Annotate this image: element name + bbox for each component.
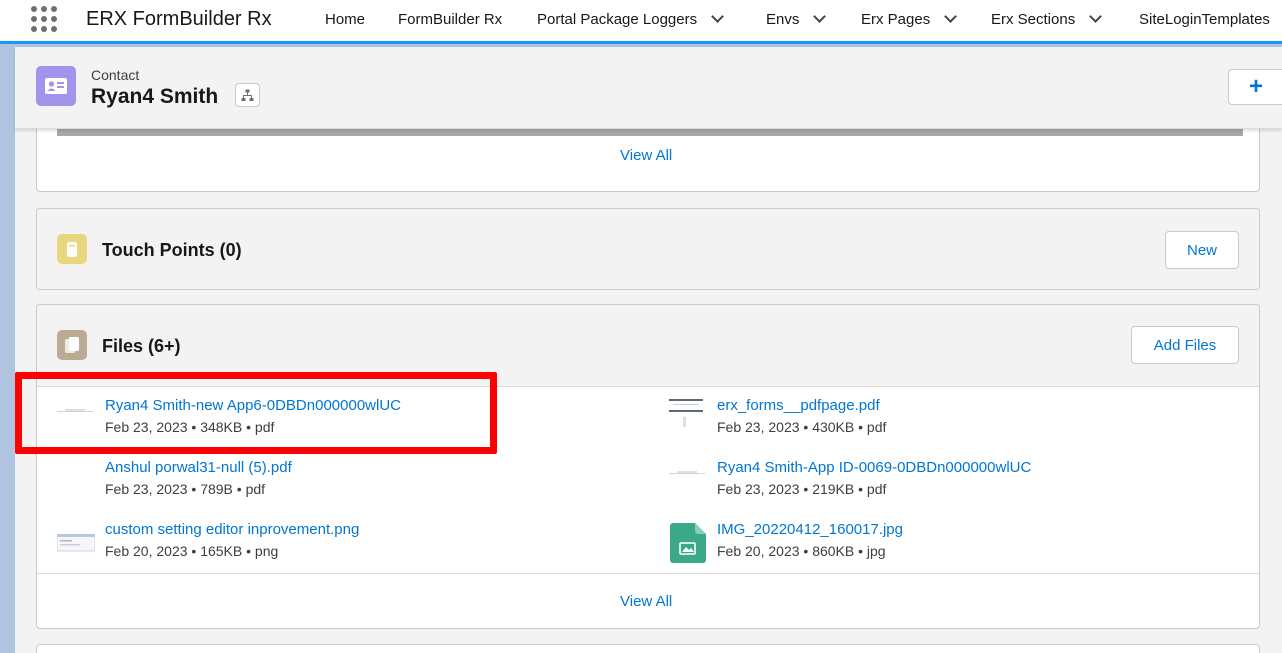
files-card: Files (6+) Add Files Ryan4 Smith-new App…	[36, 304, 1260, 629]
doc-thumb-icon	[669, 471, 705, 474]
plus-icon: +	[1249, 73, 1264, 100]
nav-item-erx-pages[interactable]: Erx Pages	[861, 10, 958, 28]
contact-card-icon	[36, 66, 76, 106]
file-name-link[interactable]: IMG_20220412_160017.jpg	[717, 521, 903, 538]
file-name-link[interactable]: custom setting editor inprovement.png	[105, 521, 359, 538]
nav-item-envs[interactable]: Envs	[766, 10, 827, 28]
nav-item-home[interactable]: Home	[325, 11, 365, 28]
record-detail-area: View All Touch Points (0) New Files (6+)…	[15, 119, 1282, 653]
follow-button[interactable]: +	[1228, 69, 1282, 105]
view-all-link[interactable]: View All	[620, 147, 672, 164]
app-name: ERX FormBuilder Rx	[86, 8, 272, 30]
next-related-list	[36, 644, 1260, 653]
nav-item-label: Erx Sections	[991, 11, 1076, 28]
touch-points-card: Touch Points (0) New	[36, 208, 1260, 290]
nav-item-formbuilder-rx[interactable]: FormBuilder Rx	[398, 11, 502, 28]
record-type: Contact	[91, 67, 140, 83]
nav-item-label: Home	[325, 11, 366, 28]
file-item[interactable]: Ryan4 Smith-App ID-0069-0DBDn000000wlUC …	[669, 459, 1229, 503]
touch-points-header: Touch Points (0) New	[37, 209, 1259, 289]
files-header: Files (6+) Add Files	[37, 305, 1259, 387]
nav-item-site-login-templates[interactable]: SiteLoginTemplates	[1139, 11, 1270, 28]
app-launcher-icon[interactable]	[31, 6, 57, 32]
hierarchy-button[interactable]	[235, 83, 260, 107]
file-meta: Feb 23, 2023 • 219KB • pdf	[717, 481, 887, 497]
nav-item-label: SiteLoginTemplates	[1139, 11, 1270, 28]
file-item[interactable]: IMG_20220412_160017.jpg Feb 20, 2023 • 8…	[669, 521, 1229, 565]
touch-points-icon	[57, 234, 87, 264]
doc-thumb-icon	[57, 409, 93, 412]
files-icon	[57, 330, 87, 360]
pdf-thumb-icon	[669, 399, 703, 427]
view-all-link[interactable]: View All	[620, 593, 672, 610]
file-item[interactable]: Ryan4 Smith-new App6-0DBDn000000wlUC Feb…	[57, 397, 477, 441]
touch-points-title: Touch Points (0)	[102, 240, 242, 260]
chevron-down-icon[interactable]	[1089, 10, 1103, 23]
chevron-down-icon[interactable]	[711, 10, 724, 23]
file-item[interactable]: custom setting editor inprovement.png Fe…	[57, 521, 477, 565]
nav-item-label: Envs	[766, 11, 800, 28]
record-name: Ryan4 Smith	[91, 85, 219, 108]
nav-item-erx-sections[interactable]: Erx Sections	[991, 10, 1103, 28]
file-meta: Feb 23, 2023 • 430KB • pdf	[717, 419, 887, 435]
chevron-down-icon[interactable]	[813, 10, 827, 23]
image-file-icon	[670, 523, 706, 563]
file-item[interactable]: erx_forms__pdfpage.pdf Feb 23, 2023 • 43…	[669, 397, 1229, 441]
nav-item-label: FormBuilder Rx	[398, 11, 503, 28]
file-meta: Feb 20, 2023 • 165KB • png	[105, 543, 279, 559]
file-name-link[interactable]: Ryan4 Smith-App ID-0069-0DBDn000000wlUC	[717, 459, 1031, 476]
nav-item-label: Portal Package Loggers	[537, 11, 698, 28]
files-title: Files (6+)	[102, 336, 181, 356]
global-nav: ERX FormBuilder Rx Home FormBuilder Rx P…	[0, 0, 1282, 44]
file-meta: Feb 23, 2023 • 348KB • pdf	[105, 419, 275, 435]
screenshot-thumb-icon	[57, 534, 95, 552]
hierarchy-icon	[241, 89, 254, 101]
file-meta: Feb 23, 2023 • 789B • pdf	[105, 481, 266, 497]
file-meta: Feb 20, 2023 • 860KB • jpg	[717, 543, 886, 559]
nav-item-label: Erx Pages	[861, 11, 931, 28]
file-name-link[interactable]: Anshul porwal31-null (5).pdf	[105, 459, 292, 476]
add-files-button[interactable]: Add Files	[1131, 326, 1239, 364]
divider	[37, 573, 1259, 574]
file-name-link[interactable]: erx_forms__pdfpage.pdf	[717, 397, 880, 414]
file-name-link[interactable]: Ryan4 Smith-new App6-0DBDn000000wlUC	[105, 397, 401, 414]
chevron-down-icon[interactable]	[944, 10, 958, 23]
record-header: Contact Ryan4 Smith +	[15, 47, 1282, 129]
new-button[interactable]: New	[1165, 231, 1239, 269]
file-item[interactable]: Anshul porwal31-null (5).pdf Feb 23, 202…	[57, 459, 477, 503]
previous-related-list: View All	[36, 119, 1260, 192]
nav-item-portal-package-loggers[interactable]: Portal Package Loggers	[537, 10, 724, 28]
